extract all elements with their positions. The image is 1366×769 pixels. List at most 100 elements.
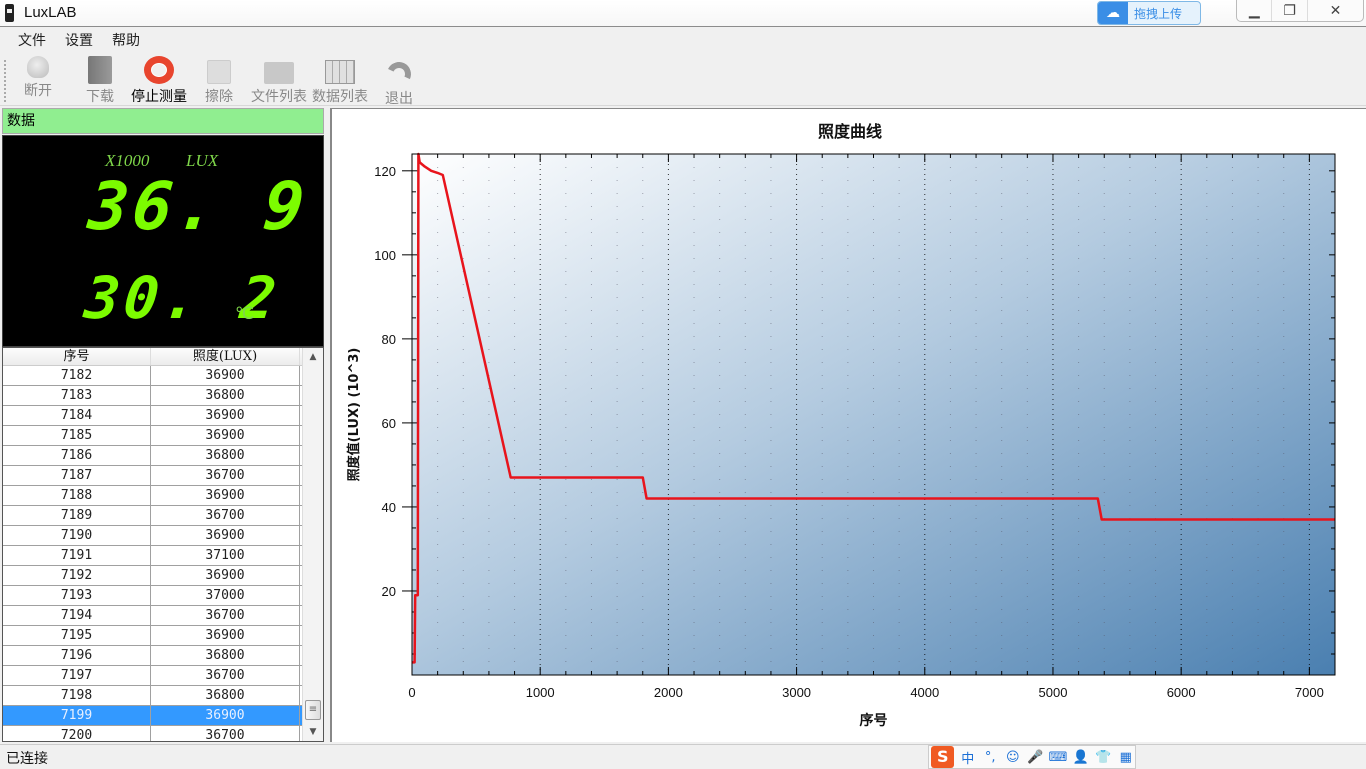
cell-index: 7189 bbox=[3, 506, 151, 525]
cell-index: 7198 bbox=[3, 686, 151, 705]
ime-chinese-mode[interactable]: 中 bbox=[958, 748, 977, 767]
menu-help[interactable]: 帮助 bbox=[112, 28, 140, 54]
y-tick-label: 100 bbox=[374, 248, 396, 263]
cell-index: 7184 bbox=[3, 406, 151, 425]
temperature-unit: ℃ bbox=[235, 304, 255, 323]
table-row[interactable]: 7198 36800 bbox=[3, 686, 323, 706]
connection-status: 已连接 bbox=[6, 751, 48, 767]
column-header-lux[interactable]: 照度(LUX) bbox=[151, 348, 300, 365]
data-list-button[interactable]: 数据列表 bbox=[310, 56, 370, 105]
table-row[interactable]: 7187 36700 bbox=[3, 466, 323, 486]
table-row[interactable]: 7190 36900 bbox=[3, 526, 323, 546]
cell-index: 7183 bbox=[3, 386, 151, 405]
table-row[interactable]: 7186 36800 bbox=[3, 446, 323, 466]
title-bar: LuxLAB ☁ 拖拽上传 ▁ ❐ ✕ bbox=[0, 0, 1366, 27]
table-row[interactable]: 7194 36700 bbox=[3, 606, 323, 626]
table-row[interactable]: 7193 37000 bbox=[3, 586, 323, 606]
ime-keyboard-icon[interactable]: ⌨ bbox=[1049, 750, 1068, 765]
table-row[interactable]: 7192 36900 bbox=[3, 566, 323, 586]
column-header-index[interactable]: 序号 bbox=[3, 348, 151, 365]
x-tick-label: 0 bbox=[408, 685, 415, 700]
table-header: 序号 照度(LUX) bbox=[3, 348, 323, 366]
redo-arrow-icon bbox=[383, 58, 415, 90]
chart-title: 照度曲线 bbox=[818, 122, 882, 141]
cell-index: 7192 bbox=[3, 566, 151, 585]
ime-emoji-icon[interactable]: ☺ bbox=[1004, 750, 1023, 765]
cell-index: 7196 bbox=[3, 646, 151, 665]
cell-lux: 36900 bbox=[151, 626, 300, 645]
sogou-logo-icon[interactable]: S bbox=[931, 746, 955, 768]
menu-file[interactable]: 文件 bbox=[18, 28, 46, 54]
app-icon bbox=[5, 4, 14, 22]
download-button[interactable]: 下载 bbox=[82, 56, 118, 105]
scroll-thumb[interactable]: ≡ bbox=[305, 700, 321, 720]
ime-voice-icon[interactable]: 🎤 bbox=[1026, 750, 1045, 765]
close-button[interactable]: ✕ bbox=[1308, 0, 1363, 21]
x-tick-label: 2000 bbox=[654, 685, 683, 700]
ime-toolbox-icon[interactable]: ▦ bbox=[1116, 750, 1135, 765]
y-tick-label: 120 bbox=[374, 164, 396, 179]
stop-measure-button[interactable]: 停止测量 bbox=[129, 56, 189, 105]
x-tick-label: 4000 bbox=[910, 685, 939, 700]
table-row[interactable]: 7182 36900 bbox=[3, 366, 323, 386]
status-bar: 已连接 S 中 °, ☺ 🎤 ⌨ 👤 👕 ▦ bbox=[0, 744, 1366, 769]
drag-upload-button[interactable]: ☁ 拖拽上传 bbox=[1097, 1, 1201, 25]
table-row[interactable]: 7183 36800 bbox=[3, 386, 323, 406]
address-book-icon bbox=[88, 56, 112, 84]
erase-label: 擦除 bbox=[205, 89, 233, 105]
cell-lux: 36900 bbox=[151, 366, 300, 385]
ime-user-icon[interactable]: 👤 bbox=[1071, 750, 1090, 765]
table-row[interactable]: 7189 36700 bbox=[3, 506, 323, 526]
restore-button[interactable]: ❐ bbox=[1272, 0, 1308, 21]
cell-lux: 36700 bbox=[151, 666, 300, 685]
y-tick-label: 40 bbox=[382, 500, 396, 515]
table-row[interactable]: 7195 36900 bbox=[3, 626, 323, 646]
erase-button[interactable]: 擦除 bbox=[201, 56, 237, 105]
toolbar: 断开 下载 停止测量 擦除 文件列表 数据列表 退出 bbox=[0, 54, 1366, 107]
cell-lux: 36900 bbox=[151, 526, 300, 545]
cell-index: 7187 bbox=[3, 466, 151, 485]
y-tick-label: 60 bbox=[382, 416, 396, 431]
cell-index: 7199 bbox=[3, 706, 151, 725]
cell-index: 7182 bbox=[3, 366, 151, 385]
x-tick-label: 7000 bbox=[1295, 685, 1324, 700]
table-row[interactable]: 7184 36900 bbox=[3, 406, 323, 426]
x-tick-label: 3000 bbox=[782, 685, 811, 700]
table-row[interactable]: 7191 37100 bbox=[3, 546, 323, 566]
cell-lux: 36900 bbox=[151, 486, 300, 505]
table-row[interactable]: 7197 36700 bbox=[3, 666, 323, 686]
exit-button[interactable]: 退出 bbox=[381, 56, 417, 107]
cell-lux: 36800 bbox=[151, 686, 300, 705]
toolbar-grip[interactable] bbox=[4, 60, 6, 102]
table-row[interactable]: 7196 36800 bbox=[3, 646, 323, 666]
scroll-up-arrow-icon[interactable]: ▲ bbox=[303, 348, 323, 366]
table-row[interactable]: 7185 36900 bbox=[3, 426, 323, 446]
menu-settings[interactable]: 设置 bbox=[65, 28, 93, 54]
data-list-label: 数据列表 bbox=[312, 89, 368, 105]
ime-skin-icon[interactable]: 👕 bbox=[1094, 750, 1113, 765]
cell-index: 7191 bbox=[3, 546, 151, 565]
cell-index: 7194 bbox=[3, 606, 151, 625]
cell-index: 7200 bbox=[3, 726, 151, 741]
cloud-icon: ☁ bbox=[1098, 2, 1128, 24]
disconnect-label: 断开 bbox=[24, 83, 52, 99]
cell-index: 7185 bbox=[3, 426, 151, 445]
table-row[interactable]: 7199 36900 bbox=[3, 706, 323, 726]
minimize-button[interactable]: ▁ bbox=[1237, 0, 1273, 21]
table-row[interactable]: 7188 36900 bbox=[3, 486, 323, 506]
disconnect-button[interactable]: 断开 bbox=[20, 56, 56, 104]
file-list-button[interactable]: 文件列表 bbox=[249, 56, 309, 105]
cell-lux: 36800 bbox=[151, 646, 300, 665]
y-tick-label: 80 bbox=[382, 332, 396, 347]
ime-punctuation-icon[interactable]: °, bbox=[981, 750, 1000, 765]
table-row[interactable]: 7200 36700 bbox=[3, 726, 323, 741]
ime-toolbar: S 中 °, ☺ 🎤 ⌨ 👤 👕 ▦ bbox=[928, 745, 1136, 769]
vertical-scrollbar[interactable]: ▲ ≡ ▼ bbox=[302, 348, 323, 741]
cell-lux: 36700 bbox=[151, 506, 300, 525]
cell-index: 7197 bbox=[3, 666, 151, 685]
folder-add-icon bbox=[264, 62, 294, 84]
y-tick-label: 20 bbox=[382, 584, 396, 599]
chart-panel: 照度曲线 0 1000 2000 3000 4000 5000 6000 7000 20 40 60… bbox=[330, 108, 1366, 742]
scroll-down-arrow-icon[interactable]: ▼ bbox=[303, 723, 323, 741]
spreadsheet-icon bbox=[325, 60, 355, 84]
